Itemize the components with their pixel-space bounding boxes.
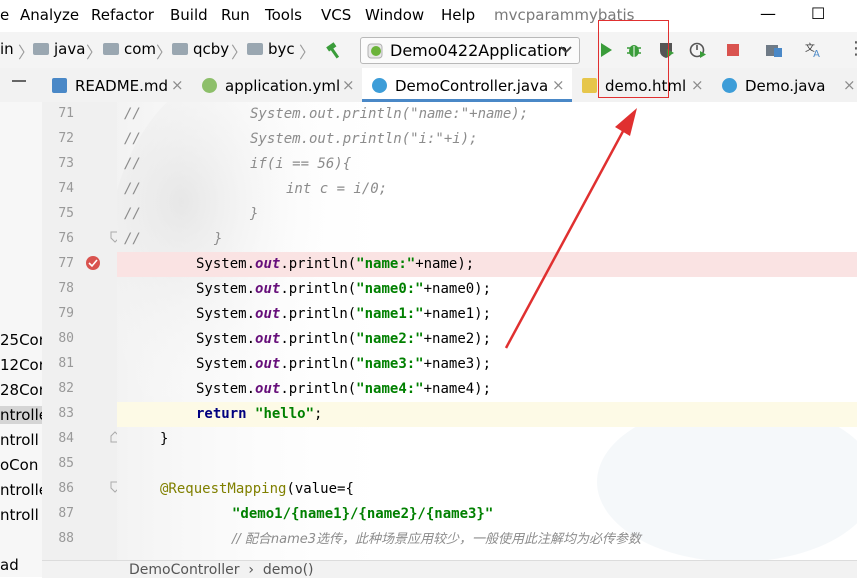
annotation-arrow bbox=[504, 108, 637, 349]
